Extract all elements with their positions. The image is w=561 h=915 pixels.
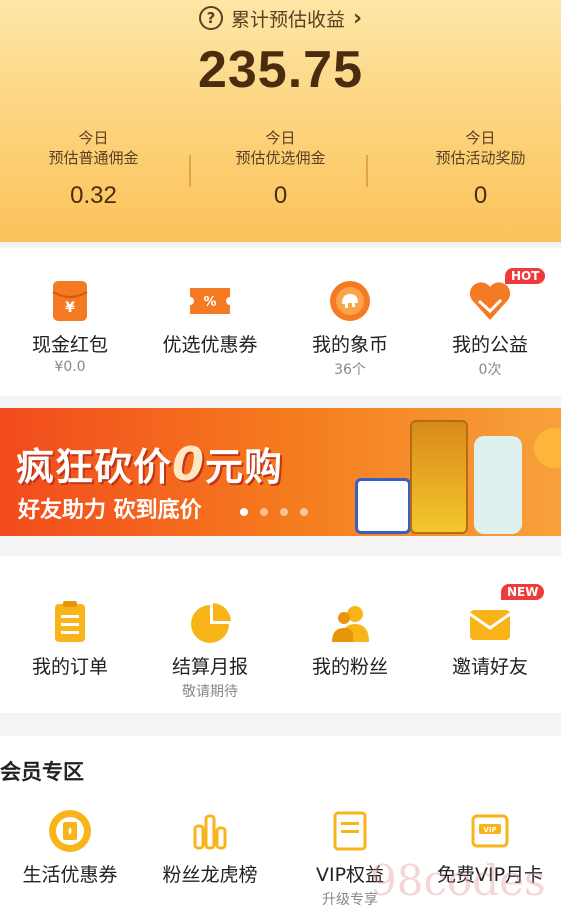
fans-icon: [327, 600, 373, 646]
entry-label: 我的粉丝: [311, 656, 388, 678]
entry-sub: 升级专享: [322, 892, 378, 908]
hot-badge: HOT: [505, 268, 546, 284]
pagination-dot[interactable]: [300, 508, 308, 516]
order-list-icon: [47, 600, 93, 646]
entry-label: 免费VIP月卡: [436, 864, 544, 886]
stat-normal-commission: 今日 预估普通佣金 0.32: [0, 128, 187, 210]
stat-title: 预估普通佣金: [48, 149, 139, 167]
chevron-right-icon: ›: [352, 5, 363, 31]
entry-label: 结算月报: [171, 656, 248, 678]
my-fans-button[interactable]: 我的粉丝: [280, 600, 420, 681]
my-orders-button[interactable]: 我的订单: [0, 600, 140, 681]
vip-card-icon: VIP: [467, 808, 513, 854]
vip-rights-button[interactable]: VIP权益 升级专享: [280, 808, 420, 909]
question-icon[interactable]: ?: [198, 6, 223, 30]
stat-value: 0.32: [70, 182, 117, 209]
entry-sub: 敬请期待: [182, 684, 238, 700]
charity-heart-icon: HOT: [467, 268, 546, 324]
svg-text:VIP: VIP: [483, 826, 496, 834]
preferred-coupon-button[interactable]: % 优选优惠券: [140, 278, 280, 359]
cash-red-envelope-button[interactable]: ¥ 现金红包 ¥0.0: [0, 278, 140, 375]
stat-day-label: 今日: [265, 129, 296, 147]
life-coupon-button[interactable]: 生活优惠券: [0, 808, 140, 889]
fans-ranking-button[interactable]: 粉丝龙虎榜: [140, 808, 280, 889]
banner-title-suffix: 元购: [205, 445, 284, 489]
red-envelope-icon: ¥: [47, 278, 93, 324]
soap-bottle-image: [474, 436, 522, 534]
banner-title-number: 0: [172, 437, 206, 491]
entry-sub: 0次: [478, 362, 502, 378]
entry-label: 我的象币: [311, 334, 388, 356]
cumulative-earnings-link[interactable]: ? 累计预估收益 ›: [0, 4, 561, 32]
member-zone: 会员专区 生活优惠券 粉丝龙虎榜 VIP权益 升级专享 VIP 免费VIP月卡: [0, 736, 561, 915]
monthly-report-button[interactable]: 结算月报 敬请期待: [140, 600, 280, 701]
vip-rights-icon: [327, 808, 373, 854]
entry-label: 我的公益: [451, 334, 528, 356]
quick-entry-panel: ¥ 现金红包 ¥0.0 % 优选优惠券 我的象币 36个 HOT 我的公益 0次: [0, 248, 561, 396]
stat-value: 0: [273, 182, 288, 209]
bargain-promo-banner[interactable]: 疯狂砍价0元购 好友助力 砍到底价: [0, 408, 561, 536]
new-badge: NEW: [501, 584, 545, 600]
free-vip-card-button[interactable]: VIP 免费VIP月卡: [420, 808, 560, 889]
entry-label: VIP权益: [315, 864, 385, 886]
pie-chart-icon: [187, 600, 233, 646]
svg-text:%: %: [203, 295, 216, 310]
oil-bottle-image: [410, 420, 468, 534]
stat-title: 预估优选佣金: [235, 149, 326, 167]
stat-title: 预估活动奖励: [435, 149, 526, 167]
entry-label: 现金红包: [31, 334, 108, 356]
entry-label: 生活优惠券: [22, 864, 118, 886]
tools-panel: 我的订单 结算月报 敬请期待 我的粉丝 NEW 邀请好友: [0, 556, 561, 713]
banner-pagination: [240, 508, 308, 516]
earnings-header: ? 累计预估收益 › 235.75 今日 预估普通佣金 0.32 今日 预估优选…: [0, 0, 561, 242]
entry-label: 我的订单: [31, 656, 108, 678]
life-coupon-icon: [47, 808, 93, 854]
pagination-dot[interactable]: [260, 508, 268, 516]
banner-title: 疯狂砍价0元购: [16, 436, 283, 491]
elephant-coin-button[interactable]: 我的象币 36个: [280, 278, 420, 379]
invite-envelope-icon: NEW: [467, 584, 545, 646]
svg-text:¥: ¥: [65, 300, 75, 316]
pagination-dot[interactable]: [240, 508, 248, 516]
banner-title-prefix: 疯狂砍价: [16, 445, 173, 489]
member-zone-title: 会员专区: [0, 760, 84, 784]
entry-label: 粉丝龙虎榜: [162, 864, 258, 886]
entry-label: 优选优惠券: [162, 334, 258, 356]
ranking-bars-icon: [187, 808, 233, 854]
stat-divider: [366, 155, 368, 187]
stat-preferred-commission: 今日 预估优选佣金 0: [187, 128, 374, 210]
coupon-icon: %: [187, 278, 233, 324]
pagination-dot[interactable]: [280, 508, 288, 516]
total-earnings: 235.75: [197, 41, 364, 99]
entry-label: 邀请好友: [451, 656, 528, 678]
invite-friends-button[interactable]: NEW 邀请好友: [420, 584, 560, 681]
stat-value: 0: [473, 182, 488, 209]
entry-sub: ¥0.0: [54, 359, 86, 375]
charity-button[interactable]: HOT 我的公益 0次: [420, 268, 560, 379]
stat-day-label: 今日: [465, 129, 496, 147]
cumulative-label: 累计预估收益: [230, 8, 345, 31]
entry-sub: 36个: [334, 362, 366, 378]
stat-day-label: 今日: [78, 129, 109, 147]
banner-subtitle: 好友助力 砍到底价: [18, 498, 202, 523]
decor-circle: [534, 428, 561, 468]
tissue-product-image: [355, 478, 411, 534]
elephant-coin-icon: [327, 278, 373, 324]
stat-activity-reward: 今日 预估活动奖励 0: [400, 128, 561, 210]
